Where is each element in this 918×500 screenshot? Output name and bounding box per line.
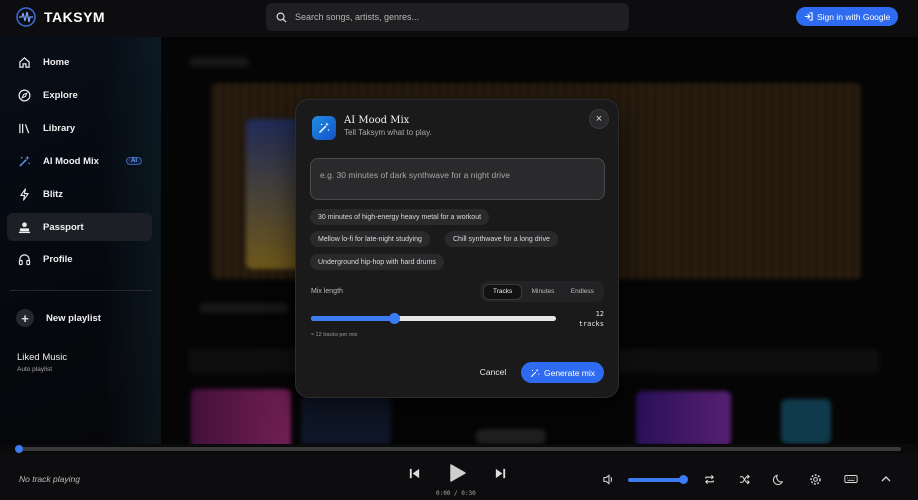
chevron-up-icon — [881, 476, 891, 482]
generate-mix-label: Generate mix — [543, 367, 596, 378]
keyboard-icon — [844, 475, 858, 483]
mode-tracks[interactable]: Tracks — [483, 283, 523, 300]
search-icon — [276, 12, 287, 23]
plus-icon: + — [16, 309, 34, 327]
sidebar-item-profile[interactable]: Profile — [7, 245, 152, 273]
mix-length-mode-toggle: Tracks Minutes Endless — [480, 281, 604, 302]
skip-back-icon — [409, 468, 419, 478]
search-input[interactable] — [295, 12, 615, 22]
new-playlist-label: New playlist — [46, 312, 101, 324]
sidebar-divider — [10, 290, 152, 291]
sign-in-label: Sign in with Google — [817, 11, 891, 22]
mix-length-label: Mix length — [311, 288, 343, 295]
progress-track[interactable] — [18, 447, 901, 451]
progress-knob[interactable] — [15, 445, 23, 453]
sidebar-item-home[interactable]: Home — [7, 48, 152, 76]
logo-icon — [16, 7, 36, 27]
settings-button[interactable] — [808, 472, 822, 486]
passport-icon — [17, 220, 31, 234]
library-icon — [17, 121, 31, 135]
track-count-value: 12 — [595, 310, 604, 318]
track-count-unit: tracks — [578, 320, 604, 328]
sidebar-item-passport[interactable]: Passport — [7, 213, 152, 241]
ai-mood-mix-dialog: AI Mood Mix Tell Taksym what to play. × … — [295, 99, 619, 398]
volume-icon — [602, 473, 612, 485]
sidebar-item-library[interactable]: Library — [7, 114, 152, 142]
liked-music-subtitle: Auto playlist — [17, 366, 53, 373]
skip-forward-icon — [495, 468, 505, 478]
sparkle-icon — [530, 368, 540, 377]
dialog-title: AI Mood Mix — [344, 115, 410, 126]
sleep-timer-button[interactable] — [772, 472, 786, 486]
player-bar: No track playing 0:00 / 0:30 — [0, 454, 918, 500]
sidebar-item-blitz[interactable]: Blitz — [7, 180, 152, 208]
magic-wand-icon — [312, 116, 336, 140]
gear-icon — [809, 473, 821, 485]
sign-in-icon — [804, 12, 813, 21]
slider-thumb[interactable] — [389, 313, 401, 324]
suggestion-chip[interactable]: Underground hip-hop with hard drums — [310, 254, 444, 270]
now-playing-text: No track playing — [19, 474, 80, 484]
mode-endless[interactable]: Endless — [564, 284, 601, 300]
sidebar-item-label: Blitz — [43, 188, 64, 200]
shuffle-icon — [739, 473, 750, 485]
home-icon — [17, 55, 31, 69]
generate-mix-button[interactable]: Generate mix — [521, 362, 604, 383]
volume-knob[interactable] — [679, 475, 688, 484]
magic-wand-icon — [17, 154, 31, 168]
sidebar-item-label: Explore — [43, 89, 78, 101]
top-bar: TAKSYM Sign in with Google — [0, 0, 918, 37]
new-playlist-button[interactable]: + New playlist — [16, 309, 101, 327]
expand-player-button[interactable] — [879, 472, 893, 486]
track-count: 12 tracks — [564, 309, 604, 329]
playback-time: 0:00 / 0:30 — [436, 490, 476, 497]
slider-fill — [311, 316, 395, 321]
compass-icon — [17, 88, 31, 102]
play-icon — [450, 464, 466, 482]
sidebar-item-label: Library — [43, 122, 76, 134]
mood-prompt-field[interactable] — [310, 158, 605, 200]
ai-badge: AI — [126, 157, 142, 165]
volume-button[interactable] — [601, 472, 615, 486]
sidebar-item-explore[interactable]: Explore — [7, 81, 152, 109]
play-button[interactable] — [444, 460, 470, 486]
cancel-button[interactable]: Cancel — [474, 362, 512, 382]
suggestion-chip[interactable]: Mellow lo-fi for late-night studying — [310, 231, 430, 247]
close-button[interactable]: × — [589, 109, 609, 129]
search-bar[interactable] — [266, 3, 629, 31]
repeat-icon — [704, 474, 714, 484]
liked-music-title: Liked Music — [17, 352, 68, 363]
repeat-button[interactable] — [702, 472, 716, 486]
app-name: TAKSYM — [44, 9, 106, 25]
volume-slider[interactable] — [628, 478, 684, 482]
next-button[interactable] — [492, 465, 508, 481]
sidebar-item-ai-mood-mix[interactable]: AI Mood Mix AI — [7, 147, 152, 175]
playback-progress[interactable] — [0, 444, 918, 454]
keyboard-shortcuts-button[interactable] — [843, 472, 859, 486]
mix-length-slider[interactable] — [311, 313, 556, 324]
mix-hint: ≈ 12 tracks per mix — [311, 332, 358, 338]
moon-icon — [772, 474, 783, 485]
suggestion-chip[interactable]: Chill synthwave for a long drive — [445, 231, 558, 247]
headphones-icon — [17, 252, 31, 266]
sidebar-item-label: Home — [43, 56, 70, 68]
suggestion-chip[interactable]: 30 minutes of high-energy heavy metal fo… — [310, 209, 490, 225]
lightning-icon — [17, 187, 31, 201]
liked-music-playlist[interactable]: Liked Music Auto playlist — [17, 352, 67, 373]
sidebar-item-label: Profile — [43, 253, 73, 265]
mood-prompt-input[interactable] — [320, 170, 595, 188]
brand[interactable]: TAKSYM — [16, 7, 105, 27]
previous-button[interactable] — [406, 465, 422, 481]
sign-in-button[interactable]: Sign in with Google — [796, 7, 899, 26]
mode-minutes[interactable]: Minutes — [524, 284, 561, 300]
shuffle-button[interactable] — [737, 472, 751, 486]
sidebar-item-label: Passport — [43, 221, 84, 233]
sidebar-item-label: AI Mood Mix — [43, 155, 99, 167]
close-icon: × — [595, 113, 603, 125]
dialog-subtitle: Tell Taksym what to play. — [344, 128, 432, 137]
